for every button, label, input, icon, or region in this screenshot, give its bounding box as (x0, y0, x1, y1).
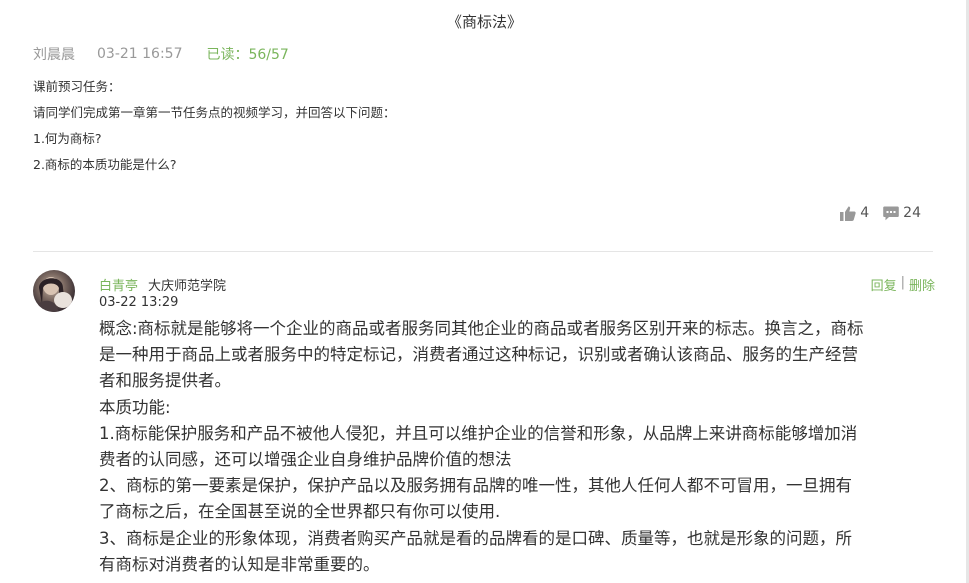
avatar[interactable] (33, 270, 75, 312)
reply-line: 3、商标是企业的形象体现，消费者购买产品就是看的品牌看的是口碑、质量等，也就是形… (99, 528, 852, 548)
reply-line: 本质功能: (99, 397, 171, 417)
discussion-page: 《商标法》 刘晨晨 03-21 16:57 已读：56/57 课前预习任务： 请… (0, 0, 969, 583)
post-title: 《商标法》 (446, 13, 522, 31)
post-body: 课前预习任务： 请同学们完成第一章第一节任务点的视频学习，并回答以下问题： 1.… (33, 79, 396, 183)
divider (33, 251, 933, 252)
avatar-photo-icon (33, 277, 72, 312)
reply-content: 概念:商标就是能够将一个企业的商品或者服务同其他企业的商品或者服务区别开来的标志… (99, 316, 939, 578)
reply-school: 大庆师范学院 (148, 279, 227, 294)
reply-line: 1.商标能保护服务和产品不被他人侵犯，并且可以维护企业的信誉和形象，从品牌上来讲… (99, 423, 858, 443)
comment-bubble-icon (883, 206, 899, 220)
reply-line: 者和服务提供者。 (99, 371, 231, 391)
reply-actions: 回复 | 删除 (871, 275, 935, 294)
delete-button[interactable]: 删除 (909, 275, 935, 294)
comment-count: 24 (903, 205, 921, 221)
reply-author[interactable]: 白青亭 (99, 275, 138, 294)
reply-button[interactable]: 回复 (871, 275, 897, 294)
comment-button[interactable]: 24 (883, 205, 921, 221)
reply-line: 有商标对消费者的认知是非常重要的。 (99, 554, 380, 574)
action-separator: | (900, 275, 905, 290)
reply-timestamp: 03-22 13:29 (99, 295, 179, 310)
post-meta: 刘晨晨 03-21 16:57 已读：56/57 (33, 44, 289, 64)
reply-line: 2、商标的第一要素是保护，保护产品以及服务拥有品牌的唯一性，其他人任何人都不可冒… (99, 476, 852, 496)
reply-line: 了商标之后，在全国甚至说的全世界都只有你可以使用. (99, 502, 501, 522)
post-body-line: 1.何为商标? (33, 131, 102, 146)
post-timestamp: 03-21 16:57 (97, 46, 183, 62)
post-stats: 4 24 (840, 205, 921, 221)
reply-line: 概念:商标就是能够将一个企业的商品或者服务同其他企业的商品或者服务区别开来的标志… (99, 319, 864, 338)
thumbs-up-icon (840, 206, 856, 221)
like-button[interactable]: 4 (840, 205, 869, 221)
reply-header: 白青亭 大庆师范学院 (99, 275, 226, 294)
post-body-line: 请同学们完成第一章第一节任务点的视频学习，并回答以下问题： (33, 105, 396, 120)
post-body-line: 2.商标的本质功能是什么? (33, 157, 177, 172)
read-count[interactable]: 已读：56/57 (206, 44, 288, 64)
like-count: 4 (860, 205, 870, 221)
reply-line: 是一种用于商品上或者服务中的特定标记，消费者通过这种标记，识别或者确认该商品、服… (99, 345, 858, 365)
post-author[interactable]: 刘晨晨 (33, 44, 75, 64)
post-body-line: 课前预习任务： (33, 79, 121, 94)
reply-line: 费者的认同感，还可以增强企业自身维护品牌价值的想法 (99, 450, 512, 470)
